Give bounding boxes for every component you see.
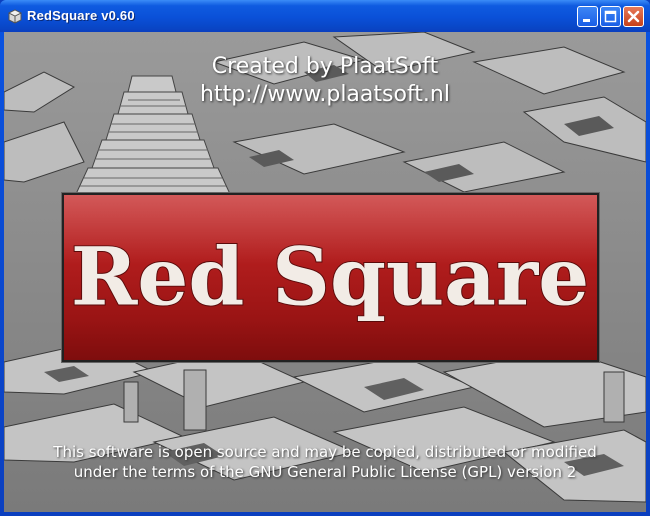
- close-button[interactable]: [623, 6, 644, 27]
- red-square-logo: Red Square: [62, 193, 599, 362]
- credit-url: http://www.plaatsoft.nl: [200, 82, 450, 107]
- app-icon[interactable]: [7, 8, 23, 24]
- app-window: RedSquare v0.60 Created by PlaatSoft htt…: [0, 0, 650, 516]
- maximize-button[interactable]: [600, 6, 621, 27]
- splash-screen[interactable]: Created by PlaatSoft http://www.plaatsof…: [4, 32, 646, 512]
- close-icon: [627, 10, 640, 23]
- logo-text-graphic: Red Square: [70, 228, 590, 324]
- credit-author: Created by PlaatSoft: [211, 54, 439, 79]
- license-line-1: This software is open source and may be …: [53, 443, 597, 461]
- minimize-icon: [583, 19, 590, 22]
- logo-text: Red Square: [71, 229, 589, 323]
- license-line-2: under the terms of the GNU General Publi…: [73, 463, 577, 481]
- title-bar[interactable]: RedSquare v0.60: [0, 0, 650, 32]
- minimize-button[interactable]: [577, 6, 598, 27]
- window-title: RedSquare v0.60: [27, 8, 135, 23]
- maximize-icon: [604, 10, 617, 23]
